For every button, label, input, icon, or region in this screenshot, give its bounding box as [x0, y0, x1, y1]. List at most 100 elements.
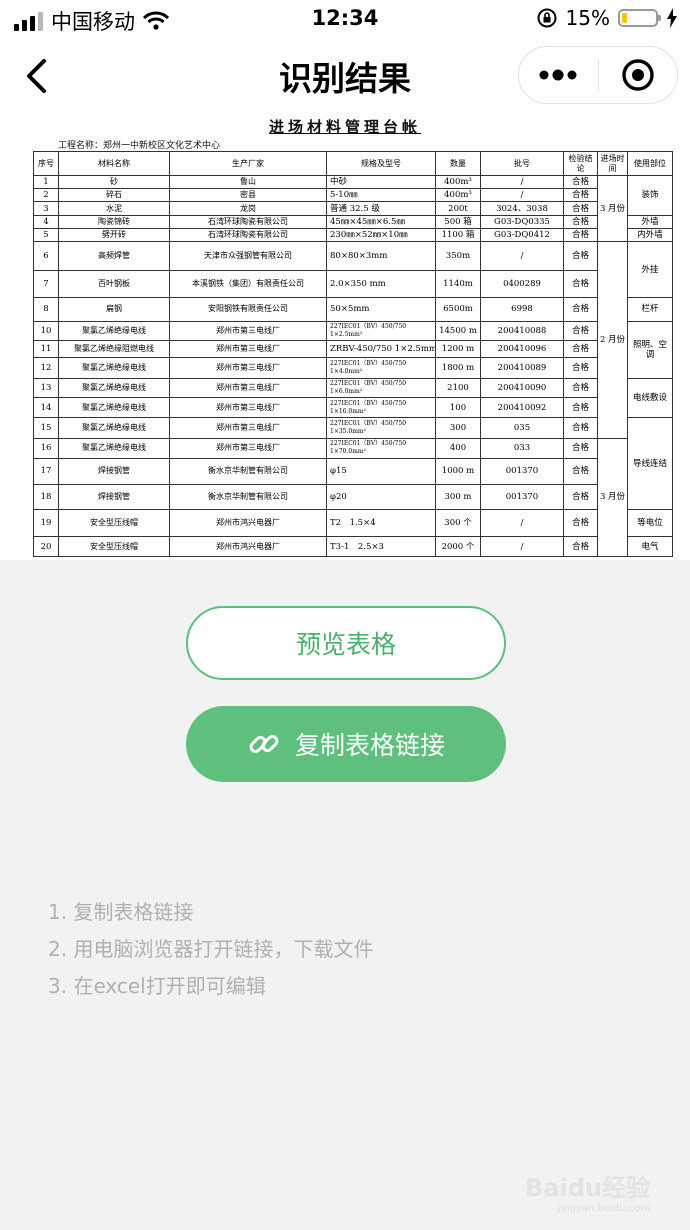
nav-bar: 识别结果 [0, 40, 690, 116]
table-cell: 400m³ [435, 188, 481, 203]
use-location-cell: 电气 [627, 536, 673, 557]
table-cell: 1100 箱 [435, 227, 481, 243]
preview-table-button[interactable]: 预览表格 [186, 606, 506, 680]
table-cell: 1000 m [435, 458, 481, 485]
table-cell: 035 [480, 417, 564, 439]
table-cell: 15 [33, 417, 59, 439]
table-cell: 合格 [563, 536, 598, 557]
table-cell: 陶瓷锦砖 [58, 214, 170, 229]
table-cell: 高频焊管 [58, 241, 170, 271]
miniprogram-capsule [518, 46, 678, 104]
table-cell: 500 箱 [435, 214, 481, 229]
table-cell: 合格 [563, 377, 598, 398]
table-cell: 300 个 [435, 508, 481, 538]
table-cell: 300 [435, 417, 481, 439]
table-cell: 合格 [563, 241, 598, 271]
table-row: 8 扁钢 安阳钢铁有限责任公司 50×5mm 6500m 6998 合格 栏杆 [33, 297, 673, 322]
table-cell: 中砂 [326, 174, 436, 190]
table-cell: 10 [33, 320, 59, 341]
use-location-cell: 内外墙 [627, 227, 673, 243]
battery-level [622, 13, 628, 23]
table-cell: 合格 [563, 339, 598, 359]
table-cell: 合格 [563, 508, 598, 538]
table-cell: 001370 [480, 483, 564, 510]
table-cell: 230㎜×52㎜×10㎜ [326, 227, 436, 243]
sheet-project-name: 工程名称：郑州一中新校区文化艺术中心 [58, 141, 221, 151]
table-row: 3 水泥 龙岗 普通 32.5 级 200t 3024、3038 合格 [33, 201, 673, 216]
link-icon [249, 735, 279, 753]
table-cell: 衡水京华制管有限公司 [169, 483, 327, 510]
arrival-time-cell: 3 月份 [597, 174, 628, 243]
table-cell: 400 [435, 437, 481, 460]
table-cell: 200410090 [480, 377, 564, 398]
target-circle-icon [622, 59, 654, 91]
table-cell: / [480, 536, 564, 557]
use-location-cell: 栏杆 [627, 297, 673, 322]
battery-percent: 15% [565, 6, 610, 30]
table-cell: 密县 [169, 188, 327, 203]
header-cell: 检验结论 [563, 151, 598, 176]
table-cell: 安全型压线帽 [58, 508, 170, 538]
status-bar: 中国移动 12:34 15% [0, 0, 690, 40]
table-cell: 227IEC01（BV）450/750 1×2.5mm² [326, 320, 436, 341]
table-cell: 聚氯乙烯绝缘电线 [58, 357, 170, 379]
table-cell: 200410092 [480, 396, 564, 419]
table-row: 14 聚氯乙烯绝缘电线 郑州市第三电线厂 227IEC01（BV）450/750 1×… [33, 396, 673, 419]
table-cell: 45㎜×45㎜×6.5㎜ [326, 214, 436, 229]
table-cell: 2 [33, 188, 59, 203]
table-cell: 聚氯乙烯绝缘电线 [58, 396, 170, 419]
table-cell: 0400289 [480, 269, 564, 299]
table-cell: 12 [33, 357, 59, 379]
table-cell: 合格 [563, 458, 598, 485]
copy-table-link-label: 复制表格链接 [294, 731, 445, 760]
table-cell: 17 [33, 458, 59, 485]
table-cell: φ20 [326, 483, 436, 510]
table-cell: 300 m [435, 483, 481, 510]
table-cell: 350m [435, 241, 481, 271]
instruction-steps: 1. 复制表格链接 2. 用电脑浏览器打开链接，下载文件 3. 在excel打开… [48, 896, 373, 1007]
battery-icon [618, 9, 661, 27]
table-cell: 郑州市鸿兴电器厂 [169, 536, 327, 557]
step-item: 3. 在excel打开即可编辑 [48, 974, 266, 998]
table-cell: 郑州市第三电线厂 [169, 437, 327, 460]
bolt-icon [667, 8, 677, 28]
table-cell: 18 [33, 483, 59, 510]
table-row: 7 百叶钢板 本溪钢铁（集团）有限责任公司 2.0×350 mm 1140m 040028… [33, 269, 673, 299]
table-cell: G03-DQ0335 [480, 214, 564, 229]
table-cell: 合格 [563, 269, 598, 299]
table-cell: / [480, 188, 564, 203]
step-item: 2. 用电脑浏览器打开链接，下载文件 [48, 937, 374, 961]
table-cell: 20 [33, 536, 59, 557]
table-cell: 6 [33, 241, 59, 271]
table-cell: 合格 [563, 174, 598, 190]
table-cell: 1800 m [435, 357, 481, 379]
table-row: 16 聚氯乙烯绝缘电线 郑州市第三电线厂 227IEC01（BV）450/750 1×… [33, 437, 673, 558]
table-cell: 11 [33, 339, 59, 359]
rotation-lock-icon [537, 8, 557, 28]
table-cell: 3 [33, 201, 59, 216]
table-cell: / [480, 174, 564, 190]
more-button[interactable] [519, 47, 598, 103]
table-cell: φ15 [326, 458, 436, 485]
table-cell: 5 [33, 227, 59, 243]
copy-table-link-button[interactable]: 复制表格链接 [186, 706, 506, 782]
table-cell: 227IEC01（BV）450/750 1×70.0mm² [326, 437, 436, 460]
use-location-cell: 等电位 [627, 508, 673, 538]
table-cell: 2.0×350 mm [326, 269, 436, 299]
table-cell: 焊接钢管 [58, 458, 170, 485]
use-location-cell: 导线连结 [627, 417, 673, 510]
table-cell: 001370 [480, 458, 564, 485]
table-cell: ZRBV-450/750 1×2.5mm² [326, 339, 436, 359]
table-cell: 100 [435, 396, 481, 419]
table-cell: 合格 [563, 227, 598, 243]
table-cell: 50×5mm [326, 297, 436, 322]
use-location-cell: 外挂 [627, 241, 673, 299]
table-cell: 郑州市第三电线厂 [169, 377, 327, 398]
table-cell: 石湾环球陶瓷有限公司 [169, 227, 327, 243]
baidu-watermark: Baidu经验 jingyan.baidu.com [525, 1168, 650, 1214]
table-row: 13 聚氯乙烯绝缘电线 郑州市第三电线厂 227IEC01（BV）450/750 1×… [33, 377, 673, 419]
table-cell: 水泥 [58, 201, 170, 216]
table-cell: 合格 [563, 320, 598, 341]
close-button[interactable] [599, 47, 678, 103]
table-cell: 本溪钢铁（集团）有限责任公司 [169, 269, 327, 299]
